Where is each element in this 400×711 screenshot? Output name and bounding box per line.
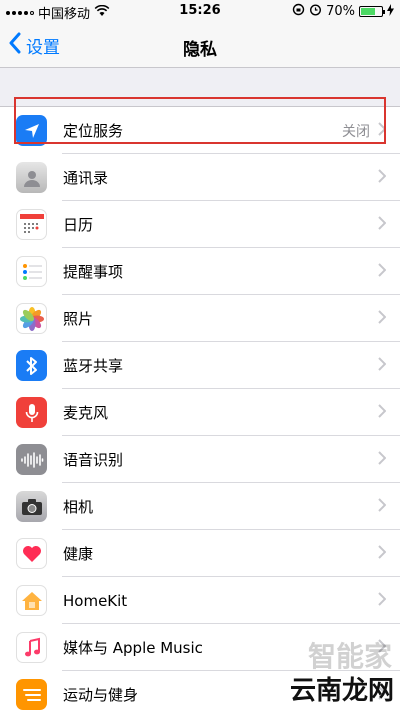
watermark: 云南龙网 — [289, 676, 394, 706]
location-arrow-icon — [16, 115, 47, 146]
speech-recognition-icon — [16, 444, 47, 475]
music-icon — [16, 632, 47, 663]
contacts-label: 通讯录 — [63, 169, 109, 187]
watermark-faint: 智能家 — [307, 640, 392, 673]
reminders-label: 提醒事项 — [63, 263, 124, 281]
homekit-icon — [16, 585, 47, 616]
homekit-row[interactable]: HomeKit — [0, 577, 400, 624]
chevron-right-icon — [378, 309, 387, 328]
reminders-icon — [16, 256, 47, 287]
microphone-row[interactable]: 麦克风 — [0, 389, 400, 436]
bluetooth-sharing-row[interactable]: 蓝牙共享 — [0, 342, 400, 389]
photos-label: 照片 — [63, 310, 94, 328]
location-services-value: 关闭 — [342, 123, 370, 140]
health-icon — [16, 538, 47, 569]
health-label: 健康 — [63, 545, 94, 563]
contacts-icon — [16, 162, 47, 193]
reminders-row[interactable]: 提醒事项 — [0, 248, 400, 295]
photos-icon — [16, 303, 47, 334]
camera-icon — [16, 491, 47, 522]
location-services-row[interactable]: 定位服务 关闭 — [0, 107, 400, 154]
homekit-label: HomeKit — [63, 591, 128, 610]
rotation-lock-icon — [292, 3, 305, 20]
status-bar: 中国移动 15:26 70% — [0, 0, 400, 22]
speech-recognition-row[interactable]: 语音识别 — [0, 436, 400, 483]
bluetooth-sharing-label: 蓝牙共享 — [63, 357, 124, 375]
chevron-right-icon — [378, 168, 387, 187]
microphone-icon — [16, 397, 47, 428]
bluetooth-icon — [16, 350, 47, 381]
contacts-row[interactable]: 通讯录 — [0, 154, 400, 201]
calendar-label: 日历 — [63, 216, 94, 234]
camera-row[interactable]: 相机 — [0, 483, 400, 530]
battery-icon — [359, 6, 385, 17]
motion-fitness-icon — [16, 679, 47, 710]
chevron-right-icon — [378, 591, 387, 610]
alarm-icon — [309, 3, 322, 20]
chevron-right-icon — [378, 262, 387, 281]
chevron-right-icon — [378, 403, 387, 422]
battery-percent: 70% — [326, 4, 355, 19]
chevron-right-icon — [378, 497, 387, 516]
charging-icon — [387, 3, 394, 20]
camera-label: 相机 — [63, 498, 94, 516]
status-right: 70% — [292, 3, 394, 20]
page-title: 隐私 — [183, 40, 217, 60]
photos-row[interactable]: 照片 — [0, 295, 400, 342]
chevron-right-icon — [378, 544, 387, 563]
chevron-right-icon — [378, 356, 387, 375]
calendar-icon — [16, 209, 47, 240]
calendar-row[interactable]: 日历 — [0, 201, 400, 248]
chevron-right-icon — [378, 121, 387, 140]
health-row[interactable]: 健康 — [0, 530, 400, 577]
privacy-settings-list: 定位服务 关闭 通讯录 日历 提醒事项 照片 蓝牙共享 麦克风 语音识别 相机 … — [0, 106, 400, 711]
chevron-right-icon — [378, 450, 387, 469]
speech-recognition-label: 语音识别 — [63, 451, 124, 469]
chevron-right-icon — [378, 215, 387, 234]
location-services-label: 定位服务 — [63, 122, 124, 140]
microphone-label: 麦克风 — [63, 404, 109, 422]
navigation-bar: 设置 隐私 — [0, 22, 400, 68]
battery-fill — [361, 8, 375, 15]
